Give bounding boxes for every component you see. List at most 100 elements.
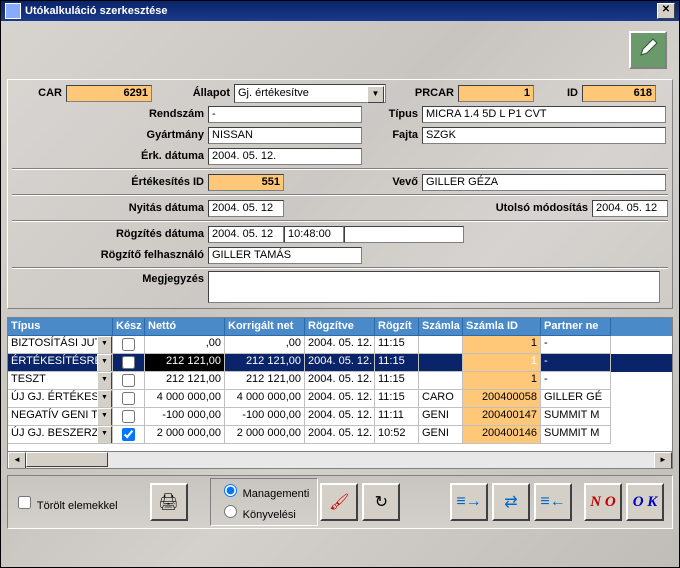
cell-kesz[interactable] (113, 336, 145, 354)
sort-icon: ⇄ (504, 492, 517, 512)
rogzdat-field[interactable]: 2004. 05. 12 (208, 226, 284, 243)
col-szamla[interactable]: Számla (419, 318, 463, 336)
table-row[interactable]: NEGATÍV GENI TE-100 000,00-100 000,00200… (8, 408, 672, 426)
cell-netto: ,00 (145, 336, 225, 354)
prcar-field[interactable]: 1 (458, 85, 534, 102)
grid-header: Típus Kész Nettó Korrigált net Rögzítve … (8, 318, 672, 336)
table-row[interactable]: ÚJ GJ. ÉRTÉKES4 000 000,004 000 000,0020… (8, 390, 672, 408)
refresh-button[interactable]: ↻ (362, 483, 400, 521)
scroll-left-icon[interactable]: ◄ (8, 452, 26, 469)
gyartmany-field[interactable]: NISSAN (208, 127, 362, 144)
car-field[interactable]: 6291 (66, 85, 152, 102)
cell-tipus[interactable]: NEGATÍV GENI TE (8, 408, 113, 426)
cell-korr: 2 000 000,00 (225, 426, 305, 444)
sort-icon: ≡← (540, 493, 565, 511)
col-kesz[interactable]: Kész (113, 318, 145, 336)
table-row[interactable]: ÚJ GJ. BESZERZ2 000 000,002 000 000,0020… (8, 426, 672, 444)
col-rogzit[interactable]: Rögzít (375, 318, 419, 336)
cell-partner: - (541, 354, 611, 372)
gyartmany-label: Gyártmány (12, 129, 208, 141)
cell-tipus[interactable]: BIZTOSÍTÁSI JUTA (8, 336, 113, 354)
cell-netto: -100 000,00 (145, 408, 225, 426)
cell-tipus[interactable]: ÚJ GJ. BESZERZ (8, 426, 113, 444)
radio-group: Managementi Könyvelési (210, 478, 319, 526)
sort1-button[interactable]: ≡→ (450, 483, 488, 521)
sort2-button[interactable]: ⇄ (492, 483, 530, 521)
cell-netto: 2 000 000,00 (145, 426, 225, 444)
tipus-field[interactable]: MICRA 1.4 5D L P1 CVT (422, 106, 666, 123)
cell-rogd: 2004. 05. 12. (305, 372, 375, 390)
fajta-label: Fajta (362, 129, 422, 141)
close-button[interactable]: ✕ (657, 3, 675, 19)
cell-kesz[interactable] (113, 408, 145, 426)
cell-tipus[interactable]: ÉRTÉKESÍTÉSRE (8, 354, 113, 372)
id-field[interactable]: 618 (582, 85, 656, 102)
rendszam-field[interactable]: - (208, 106, 362, 123)
cell-tipus[interactable]: TESZT (8, 372, 113, 390)
table-row[interactable]: BIZTOSÍTÁSI JUTA,00,002004. 05. 12.11:15… (8, 336, 672, 354)
grid-hscroll[interactable]: ◄ ► (8, 451, 672, 468)
cell-kesz[interactable] (113, 426, 145, 444)
cell-kesz[interactable] (113, 390, 145, 408)
scroll-right-icon[interactable]: ► (654, 452, 672, 469)
radio-konyvelesi[interactable]: Könyvelési (219, 502, 310, 523)
table-row[interactable]: TESZT212 121,00212 121,002004. 05. 12.11… (8, 372, 672, 390)
cell-szid: 1 (463, 354, 541, 372)
col-rogzitve[interactable]: Rögzítve (305, 318, 375, 336)
print-button[interactable]: 🖨 (150, 483, 188, 521)
col-korr[interactable]: Korrigált net (225, 318, 305, 336)
erkdat-field[interactable]: 2004. 05. 12. (208, 148, 362, 165)
allapot-select[interactable]: Gj. értékesítve (234, 84, 386, 103)
cell-rogi: 11:15 (375, 336, 419, 354)
scroll-thumb[interactable] (26, 452, 108, 467)
sort3-button[interactable]: ≡← (534, 483, 572, 521)
table-row[interactable]: ÉRTÉKESÍTÉSRE212 121,00212 121,002004. 0… (8, 354, 672, 372)
vevo-field[interactable]: GILLER GÉZA (422, 174, 666, 191)
cell-netto: 4 000 000,00 (145, 390, 225, 408)
col-tipus[interactable]: Típus (8, 318, 113, 336)
fajta-field[interactable]: SZGK (422, 127, 666, 144)
cell-korr: 212 121,00 (225, 354, 305, 372)
cell-korr: ,00 (225, 336, 305, 354)
utolso-field[interactable]: 2004. 05. 12 (592, 200, 668, 217)
radio-management[interactable]: Managementi (219, 481, 310, 502)
cell-kesz[interactable] (113, 354, 145, 372)
titlebar: Utókalkuláció szerkesztése ✕ (1, 1, 679, 21)
cell-szid: 1 (463, 336, 541, 354)
window-title: Utókalkuláció szerkesztése (25, 5, 167, 17)
cell-rogd: 2004. 05. 12. (305, 426, 375, 444)
app-icon (5, 3, 21, 19)
cell-rogi: 11:15 (375, 354, 419, 372)
cell-korr: 212 121,00 (225, 372, 305, 390)
cell-kesz[interactable] (113, 372, 145, 390)
cell-szamla (419, 336, 463, 354)
no-button[interactable]: N O (584, 483, 622, 521)
header-panel: CAR 6291 Állapot Gj. értékesítve PRCAR 1… (7, 79, 673, 309)
col-netto[interactable]: Nettó (145, 318, 225, 336)
cell-szid: 200400146 (463, 426, 541, 444)
ok-button[interactable]: O K (626, 483, 664, 521)
pencil-icon (637, 37, 659, 59)
col-partner[interactable]: Partner ne (541, 318, 611, 336)
cell-tipus[interactable]: ÚJ GJ. ÉRTÉKES (8, 390, 113, 408)
sort-icon: ≡→ (456, 493, 481, 511)
cell-szid: 1 (463, 372, 541, 390)
ertid-field[interactable]: 551 (208, 174, 284, 191)
cell-rogd: 2004. 05. 12. (305, 390, 375, 408)
cell-szamla: GENI (419, 426, 463, 444)
rogzido-field[interactable]: 10:48:00 (284, 226, 344, 243)
brush-button[interactable]: 🖌 (320, 483, 358, 521)
cell-rogd: 2004. 05. 12. (305, 408, 375, 426)
printer-icon: 🖨 (158, 492, 178, 512)
rogz-extra-field[interactable] (344, 226, 464, 243)
rogzdat-label: Rögzítés dátuma (12, 228, 208, 240)
tipus-label: Típus (362, 108, 422, 120)
rogzfelh-field[interactable]: GILLER TAMÁS (208, 247, 362, 264)
id-label: ID (534, 87, 582, 99)
nyitas-field[interactable]: 2004. 05. 12 (208, 200, 284, 217)
megj-field[interactable] (208, 271, 660, 303)
cell-korr: -100 000,00 (225, 408, 305, 426)
edit-button[interactable] (629, 31, 667, 69)
torolt-checkbox[interactable]: Törölt elemekkel (14, 493, 118, 512)
col-szamlaid[interactable]: Számla ID (463, 318, 541, 336)
